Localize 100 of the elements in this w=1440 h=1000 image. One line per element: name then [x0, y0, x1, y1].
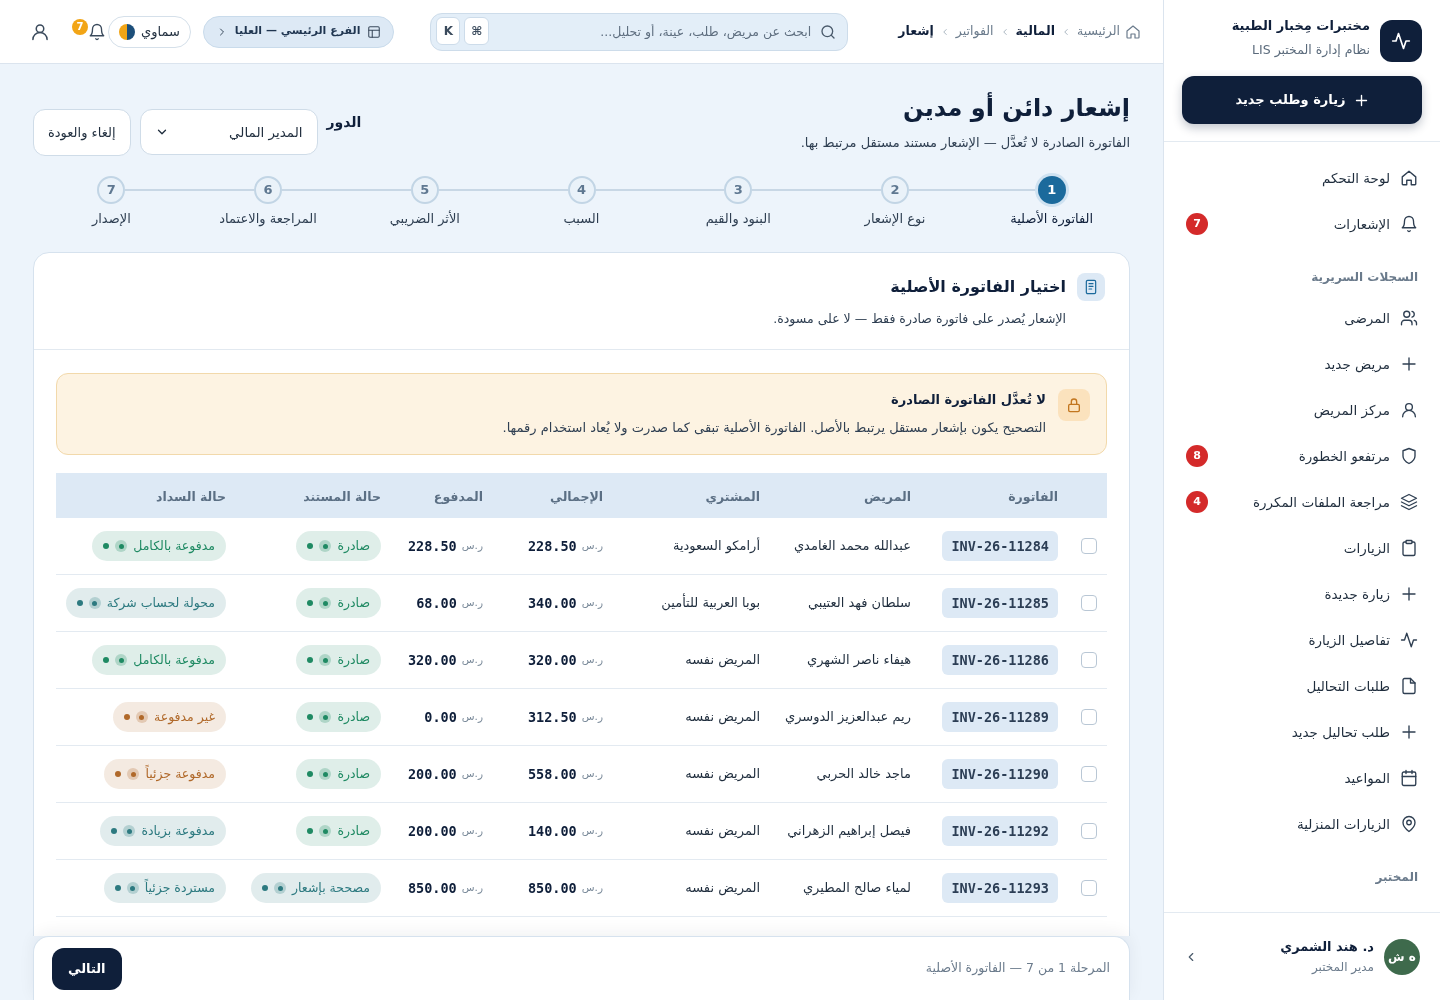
status-label: مدفوعة بالكامل [133, 650, 215, 670]
status-label: مدفوعة جزئياً [145, 764, 215, 784]
sidebar-item[interactable]: المرضى [1174, 295, 1430, 341]
table-cell-text: فيصل إبراهيم الزهراني [787, 822, 911, 841]
count-badge: 7 [1186, 213, 1208, 235]
plus-icon [1400, 355, 1418, 373]
status-label: صادرة [337, 821, 370, 840]
app-title: مختبرات مِخبار الطبية [1231, 17, 1370, 35]
step-progress-text: المرحلة 1 من 7 — الفاتورة الأصلية [925, 959, 1110, 978]
sidebar-item[interactable]: زيارة جديدة [1174, 571, 1430, 617]
count-badge: 4 [1186, 491, 1208, 513]
column-header: حالة المستند [303, 488, 381, 504]
shield-icon [1400, 447, 1418, 465]
lock-icon [1058, 389, 1090, 421]
role-select[interactable]: المدير المالي [139, 109, 318, 155]
invoice-number: INV-26-11289 [942, 702, 1058, 732]
sidebar-item[interactable]: مركز المريض [1174, 387, 1430, 433]
cancel-button[interactable]: إلغاء والعودة [33, 109, 131, 156]
step-number[interactable]: 4 [567, 176, 596, 204]
section-heading: المختبر [1375, 869, 1418, 885]
status-label: غير مدفوعة [153, 707, 215, 727]
status-label: صادرة [337, 593, 370, 612]
table-cell-text: ماجد خالد الحربي [816, 765, 911, 784]
step-number[interactable]: 6 [254, 176, 283, 204]
breadcrumb-link[interactable]: الفواتير [955, 22, 994, 41]
sidebar-item[interactable]: لوحة التحكم [1174, 155, 1430, 201]
clipboard-icon [1400, 539, 1418, 557]
bell-icon [1400, 215, 1418, 233]
sidebar-item[interactable]: الزيارات [1174, 525, 1430, 571]
pulse-icon [1400, 631, 1418, 649]
step-number[interactable]: 7 [97, 176, 126, 204]
step-label: المراجعة والاعتماد [219, 210, 317, 228]
invoice-number: INV-26-11285 [942, 588, 1058, 618]
amount-value: 558.00 [528, 764, 577, 784]
file-icon [1400, 677, 1418, 695]
status-label: صادرة [337, 650, 370, 669]
page-subtitle: الفاتورة الصادرة لا تُعدَّل — الإشعار مستند مستقل مرتبط بها. [800, 134, 1130, 153]
new-visit-button[interactable]: زيارة وطلب جديد [1182, 76, 1422, 124]
amount-value: 200.00 [408, 821, 457, 841]
row-checkbox[interactable] [1081, 595, 1097, 611]
alert-title: لا تُعدَّل الفاتورة الصادرة [891, 390, 1046, 409]
sidebar-item[interactable]: المواعيد [1174, 755, 1430, 801]
home-icon [1125, 23, 1141, 40]
shortcut-key: K [436, 16, 461, 45]
step-label: السبب [563, 210, 600, 228]
row-checkbox[interactable] [1081, 652, 1097, 668]
sidebar-item[interactable]: تفاصيل الزيارة [1174, 617, 1430, 663]
breadcrumb-link[interactable]: المالية [1015, 22, 1055, 41]
user-name: د. هند الشمري [1280, 938, 1374, 956]
step-label: الأثر الضريبي [389, 210, 460, 228]
table-cell-text: المريض نفسه [685, 879, 760, 898]
shortcut-key: ⌘ [464, 16, 490, 45]
breadcrumb-link[interactable]: إشعار [898, 22, 934, 41]
amount-value: 320.00 [528, 650, 577, 670]
row-checkbox[interactable] [1081, 538, 1097, 554]
breadcrumb-link[interactable]: الرئيسية [1076, 22, 1141, 41]
step-number[interactable]: 5 [410, 176, 439, 204]
user-avatar: ه ش [1384, 938, 1420, 975]
count-badge: 8 [1186, 445, 1208, 467]
step-number[interactable]: 3 [724, 176, 753, 204]
status-label: مدفوعة بالكامل [133, 536, 215, 556]
amount-value: 228.50 [528, 536, 577, 556]
step-label: البنود والقيم [705, 210, 771, 228]
row-checkbox[interactable] [1081, 709, 1097, 725]
column-header: المدفوع [433, 488, 483, 504]
card-title: اختيار الفاتورة الأصلية [890, 276, 1066, 298]
sidebar-item[interactable]: مريض جديد [1174, 341, 1430, 387]
sidebar-item[interactable]: الزيارات المنزلية [1174, 801, 1430, 847]
status-label: صادرة [337, 764, 370, 783]
column-header: حالة السداد [156, 488, 226, 504]
table-cell-text: المريض نفسه [685, 765, 760, 784]
user-icon[interactable] [30, 21, 50, 42]
row-checkbox[interactable] [1081, 880, 1097, 896]
amount-value: 340.00 [528, 593, 577, 613]
currency-label: ر.س [581, 652, 603, 668]
notification-badge: 7 [72, 18, 88, 35]
plus-icon [1353, 92, 1369, 108]
column-header: المشتري [705, 488, 760, 504]
step-label: الإصدار [92, 210, 131, 228]
amount-value: 320.00 [408, 650, 457, 670]
branch-selector[interactable]: الفرع الرئيسي — العليا [202, 15, 395, 48]
status-label: صادرة [337, 707, 370, 726]
theme-toggle[interactable]: سماوي [108, 15, 191, 48]
currency-label: ر.س [461, 595, 483, 611]
alert-text: التصحيح يكون بإشعار مستقل يرتبط بالأصل. الفاتورة الأصلية تبقى كما صدرت ولا يُعاد استخدام رقمها. [502, 418, 1046, 438]
amount-value: 228.50 [408, 536, 457, 556]
currency-label: ر.س [581, 709, 603, 725]
bell-icon[interactable] [88, 22, 106, 41]
next-button[interactable]: التالي [52, 947, 122, 990]
table-cell-text: سلطان فهد العتيبي [807, 594, 911, 613]
row-checkbox[interactable] [1081, 766, 1097, 782]
currency-label: ر.س [461, 880, 483, 896]
row-checkbox[interactable] [1081, 823, 1097, 839]
pulse-icon [1380, 20, 1422, 62]
currency-label: ر.س [461, 652, 483, 668]
sidebar-item[interactable]: طلب تحاليل جديد [1174, 709, 1430, 755]
step-number[interactable]: 1 [1037, 176, 1066, 204]
step-number[interactable]: 2 [880, 176, 909, 204]
sidebar-item[interactable]: طلبات التحاليل [1174, 663, 1430, 709]
page-title: إشعار دائن أو مدين [903, 92, 1130, 124]
